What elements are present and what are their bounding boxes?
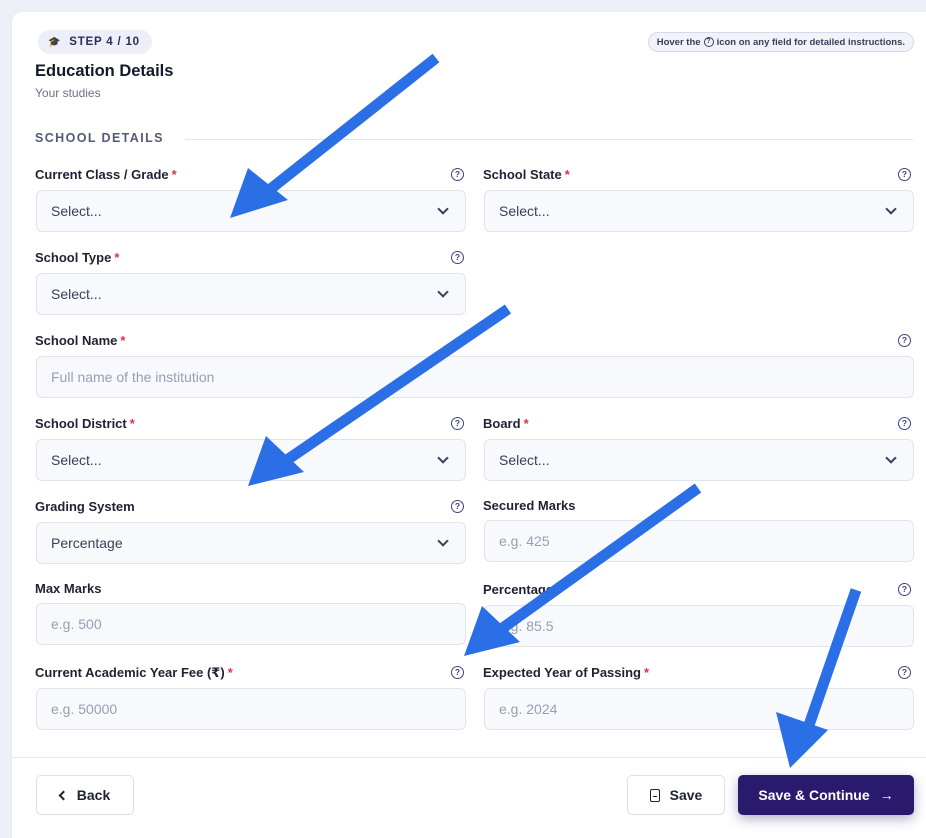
school-state-label: School State *	[483, 167, 570, 182]
year-of-passing-input[interactable]	[484, 688, 914, 730]
chevron-down-icon	[437, 286, 449, 298]
percentage-input[interactable]	[484, 605, 914, 647]
step-badge: 🎓 STEP 4 / 10	[38, 30, 152, 54]
page-subtitle: Your studies	[35, 86, 101, 100]
max-marks-input[interactable]	[36, 603, 466, 645]
footer-divider	[12, 757, 926, 758]
year-of-passing-label: Expected Year of Passing *	[483, 665, 650, 680]
school-district-select[interactable]: Select...	[36, 439, 466, 481]
section-divider	[185, 139, 913, 140]
school-state-select[interactable]: Select...	[484, 190, 914, 232]
academic-fee-input[interactable]	[36, 688, 466, 730]
current-class-select[interactable]: Select...	[36, 190, 466, 232]
current-class-label: Current Class / Grade *	[35, 167, 177, 182]
help-circle-icon: ?	[703, 37, 714, 47]
help-circle-icon[interactable]: ?	[451, 666, 464, 679]
graduation-cap-icon: 🎓	[48, 36, 62, 48]
chevron-down-icon	[437, 452, 449, 464]
grading-system-label: Grading System	[35, 499, 135, 514]
school-name-input[interactable]	[36, 356, 914, 398]
help-circle-icon[interactable]: ?	[451, 168, 464, 181]
secured-marks-input[interactable]	[484, 520, 914, 562]
board-select[interactable]: Select...	[484, 439, 914, 481]
chevron-down-icon	[437, 535, 449, 547]
board-label: Board *	[483, 416, 529, 431]
document-icon	[649, 788, 660, 802]
help-circle-icon[interactable]: ?	[898, 417, 911, 430]
form-card: 🎓 STEP 4 / 10 Hover the ? icon on any fi…	[12, 12, 926, 838]
percentage-label: Percentage	[483, 582, 554, 597]
grading-system-select[interactable]: Percentage	[36, 522, 466, 564]
help-hint: Hover the ? icon on any field for detail…	[647, 32, 914, 52]
chevron-down-icon	[437, 203, 449, 215]
help-circle-icon[interactable]: ?	[898, 583, 911, 596]
step-badge-label: STEP 4 / 10	[69, 36, 140, 48]
section-title: SCHOOL DETAILS	[35, 131, 164, 145]
help-circle-icon[interactable]: ?	[898, 168, 911, 181]
save-button[interactable]: Save	[627, 775, 725, 815]
arrow-right-icon: →	[879, 787, 894, 803]
academic-fee-label: Current Academic Year Fee (₹) *	[35, 665, 233, 680]
chevron-down-icon	[885, 452, 897, 464]
back-button[interactable]: Back	[36, 775, 134, 815]
chevron-down-icon	[885, 203, 897, 215]
school-type-label: School Type *	[35, 250, 120, 265]
school-district-label: School District *	[35, 416, 135, 431]
chevron-left-icon	[58, 790, 69, 800]
secured-marks-label: Secured Marks	[483, 498, 576, 513]
help-circle-icon[interactable]: ?	[451, 500, 464, 513]
save-continue-button[interactable]: Save & Continue →	[738, 775, 914, 815]
max-marks-label: Max Marks	[35, 581, 102, 596]
help-circle-icon[interactable]: ?	[898, 334, 911, 347]
help-circle-icon[interactable]: ?	[898, 666, 911, 679]
school-name-label: School Name *	[35, 333, 126, 348]
help-circle-icon[interactable]: ?	[451, 251, 464, 264]
help-circle-icon[interactable]: ?	[451, 417, 464, 430]
school-type-select[interactable]: Select...	[36, 273, 466, 315]
page-title: Education Details	[35, 62, 174, 80]
